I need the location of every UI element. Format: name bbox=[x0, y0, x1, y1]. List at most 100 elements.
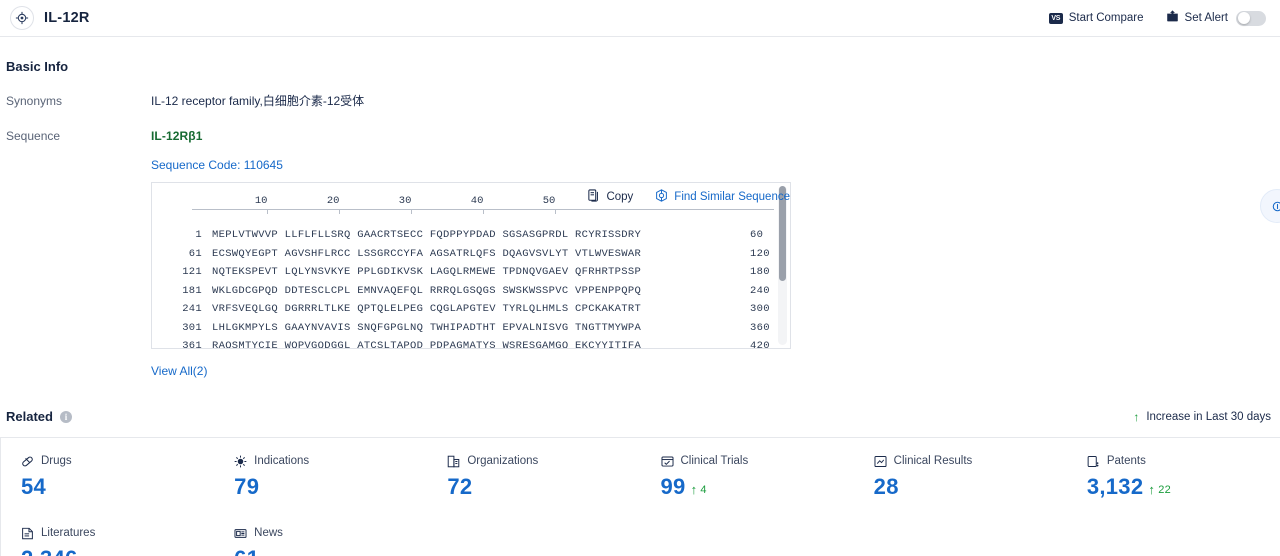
pill-icon bbox=[21, 455, 34, 468]
stat-card-clinical-results[interactable]: Clinical Results 28 bbox=[854, 438, 1067, 510]
stat-card-literatures[interactable]: Literatures 2,346 bbox=[1, 510, 214, 556]
set-alert-toggle[interactable] bbox=[1236, 10, 1266, 26]
ruler-tick-mark bbox=[267, 210, 269, 214]
stat-label: News bbox=[254, 527, 283, 539]
sequence-line: 121 NQTEKSPEVT LQLYNSVKYE PPLGDIKVSK LAGQ… bbox=[152, 264, 790, 283]
set-alert-label: Set Alert bbox=[1184, 12, 1228, 24]
basic-info-heading: Basic Info bbox=[6, 59, 69, 74]
sequence-residues: ECSWQYEGPT AGVSHFLRCC LSSGRCCYFA AGSATRL… bbox=[212, 247, 642, 260]
start-compare-label: Start Compare bbox=[1068, 12, 1144, 24]
sequence-line: 301 LHLGKMPYLS GAAYNVAVIS SNQFGPGLNQ TWHI… bbox=[152, 320, 790, 339]
synonyms-row: Synonyms IL-12 receptor family,白细胞介素-12受… bbox=[0, 74, 1280, 109]
page-content: Basic Info Synonyms IL-12 receptor famil… bbox=[0, 37, 1280, 556]
arrow-up-icon: ↑ bbox=[1133, 409, 1140, 424]
stat-card-indications[interactable]: Indications 79 bbox=[214, 438, 427, 510]
stat-value-row: 99 ↑ 4 bbox=[661, 474, 854, 500]
stat-value-row: 28 bbox=[874, 474, 1067, 500]
ruler-tick-label: 40 bbox=[470, 195, 484, 207]
info-icon[interactable]: i bbox=[59, 410, 72, 423]
sequence-toolbar: Copy Find Similar Sequence bbox=[588, 189, 790, 205]
stat-label: Patents bbox=[1106, 455, 1146, 467]
sequence-start-index: 181 bbox=[182, 284, 202, 297]
sequence-residues: NQTEKSPEVT LQLYNSVKYE PPLGDIKVSK LAGQLRM… bbox=[212, 266, 642, 278]
ruler-tick-label: 50 bbox=[542, 195, 556, 207]
stat-card-patents[interactable]: Patents 3,132 ↑ 22 bbox=[1067, 438, 1280, 510]
sequence-row: Sequence IL-12Rβ1 Sequence Code: 110645 … bbox=[0, 109, 1280, 379]
set-alert-control[interactable]: Set Alert bbox=[1166, 10, 1266, 26]
ruler-tick-mark bbox=[339, 210, 341, 214]
stat-header: Clinical Results bbox=[874, 454, 1067, 468]
sequence-line: 241 VRFSVEQLGQ DGRRRLTLKE QPTQLELPEG CQGL… bbox=[152, 301, 790, 320]
sequence-start-index: 301 bbox=[182, 321, 202, 334]
app-header: IL-12R VS Start Compare Set Alert bbox=[0, 0, 1280, 37]
stat-value-row: 61↑9 bbox=[234, 546, 427, 556]
sequence-block: IL-12Rβ1 Sequence Code: 110645 10 20 30 40 5… bbox=[151, 128, 1280, 379]
stat-value: 28 bbox=[873, 474, 899, 499]
ruler-tick-label: 10 bbox=[254, 195, 268, 207]
sequence-line: 361 RAQSMTYCIE WQPVGQDGGL ATCSLTAPQD PDPA… bbox=[152, 338, 790, 349]
arrow-up-icon: ↑ bbox=[690, 482, 698, 497]
sequence-start-index: 241 bbox=[182, 303, 202, 315]
stat-value-row: 54 bbox=[21, 474, 214, 500]
find-similar-icon bbox=[655, 189, 668, 205]
sequence-start-index: 61 bbox=[188, 247, 202, 260]
stat-header: Indications bbox=[234, 454, 427, 468]
stat-value: 99 bbox=[660, 474, 686, 499]
stat-header: Literatures bbox=[21, 526, 214, 540]
sequence-name: IL-12Rβ1 bbox=[151, 129, 203, 143]
find-similar-label: Find Similar Sequence bbox=[674, 191, 790, 203]
related-legend: ↑ Increase in Last 30 days bbox=[1133, 411, 1274, 423]
stat-delta: ↑ 22 bbox=[1148, 483, 1171, 496]
patent-icon bbox=[1087, 455, 1100, 468]
sequence-start-index: 361 bbox=[182, 340, 202, 349]
stat-value: 2,346 bbox=[21, 546, 78, 556]
stat-value-row: 72 bbox=[447, 474, 640, 500]
find-similar-sequence-button[interactable]: Find Similar Sequence bbox=[655, 189, 790, 205]
sequence-residues: RAQSMTYCIE WQPVGQDGGL ATCSLTAPQD PDPAGMA… bbox=[212, 340, 642, 349]
stat-card-organizations[interactable]: Organizations 72 bbox=[427, 438, 640, 510]
stat-header: Drugs bbox=[21, 454, 214, 468]
related-header: Related i ↑ Increase in Last 30 days bbox=[0, 409, 1280, 424]
synonyms-label: Synonyms bbox=[6, 94, 63, 108]
ruler-tick-mark bbox=[483, 210, 485, 214]
stat-value-row: 2,346 bbox=[21, 546, 214, 556]
stat-header: Organizations bbox=[447, 454, 640, 468]
sequence-start-index: 1 bbox=[195, 229, 202, 241]
view-all-link[interactable]: View All(2) bbox=[151, 363, 207, 379]
ruler-ticks bbox=[192, 210, 774, 214]
sequence-line: 1 MEPLVTWVVP LLFLFLLSRQ GAACRTSECC FQDPPY… bbox=[152, 227, 790, 246]
stat-value: 72 bbox=[447, 474, 473, 499]
related-legend-label: Increase in Last 30 days bbox=[1146, 410, 1271, 423]
sequence-viewer[interactable]: 10 20 30 40 50 1 MEPLVTWVVP LLFLFLLSRQ GAACRT… bbox=[151, 182, 791, 349]
copy-button[interactable]: Copy bbox=[588, 189, 633, 205]
stat-value: 79 bbox=[234, 474, 260, 499]
target-icon bbox=[10, 6, 34, 30]
stat-header: Clinical Trials bbox=[660, 454, 854, 468]
sequence-residues: MEPLVTWVVP LLFLFLLSRQ GAACRTSECC FQDPPYP… bbox=[212, 229, 642, 241]
stat-delta-value: 4 bbox=[700, 483, 707, 496]
stat-card-clinical-trials[interactable]: Clinical Trials 99 ↑ 4 bbox=[641, 438, 854, 510]
virus-icon bbox=[234, 455, 247, 468]
stat-card-drugs[interactable]: Drugs 54 bbox=[1, 438, 214, 510]
organization-icon bbox=[447, 455, 460, 468]
related-stats-grid: Drugs 54 Indications 79 Organizations 72 Clini… bbox=[0, 437, 1280, 556]
stat-delta: ↑ 4 bbox=[691, 483, 707, 496]
stat-label: Organizations bbox=[467, 455, 539, 467]
ruler-tick-mark bbox=[411, 210, 413, 214]
ruler-tick-label: 20 bbox=[326, 195, 340, 207]
stat-header: News bbox=[234, 526, 427, 540]
stat-value-row: 3,132 ↑ 22 bbox=[1087, 474, 1280, 500]
sequence-code-link[interactable]: Sequence Code: 110645 bbox=[151, 157, 1280, 173]
sequence-scrollbar[interactable] bbox=[778, 186, 787, 345]
stat-delta-value: 22 bbox=[1158, 483, 1172, 496]
stat-value: 3,132 bbox=[1086, 474, 1144, 499]
literature-icon bbox=[21, 527, 34, 540]
header-actions: VS Start Compare Set Alert bbox=[1048, 10, 1266, 26]
arrow-up-icon: ↑ bbox=[1148, 482, 1156, 497]
start-compare-button[interactable]: VS Start Compare bbox=[1048, 12, 1144, 24]
stat-card-news[interactable]: News 61↑9 bbox=[214, 510, 427, 556]
related-title: Related bbox=[6, 409, 53, 424]
ruler-tick-label: 30 bbox=[398, 195, 412, 207]
copy-label: Copy bbox=[606, 191, 634, 203]
stat-value: 54 bbox=[21, 474, 47, 499]
